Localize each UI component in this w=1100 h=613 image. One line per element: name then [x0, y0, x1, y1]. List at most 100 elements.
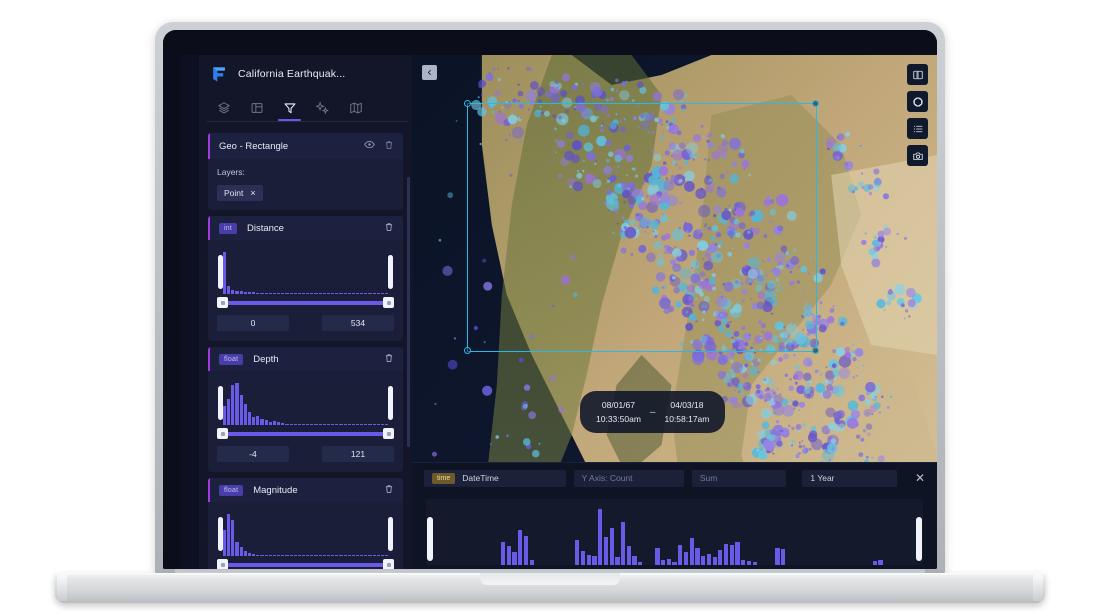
earthquake-point [497, 77, 501, 82]
legend-button[interactable] [907, 118, 928, 139]
earthquake-point [858, 181, 865, 188]
time-histogram-bar [523, 535, 528, 565]
earthquake-point [803, 386, 811, 394]
histogram-handle-right[interactable] [388, 255, 393, 289]
histogram-handle-left[interactable] [218, 255, 223, 289]
geo-handle-tr[interactable] [812, 100, 819, 107]
filter-body: 0 534 [208, 240, 403, 341]
filter-min-input[interactable]: -4 [217, 446, 289, 462]
time-field-aggregation[interactable]: Sum [691, 469, 787, 487]
tab-interactions[interactable] [306, 94, 339, 121]
slider-handle-max[interactable] [383, 297, 394, 308]
earthquake-point [825, 366, 828, 369]
filter-body: -4 121 [208, 371, 403, 472]
earthquake-point [549, 375, 556, 382]
tab-layers[interactable] [207, 94, 240, 121]
time-field-datetime-label: DateTime [462, 473, 499, 483]
earthquake-point [512, 98, 517, 103]
earthquake-point [835, 417, 838, 421]
filter-header[interactable]: float Depth [208, 347, 403, 371]
earthquake-point [772, 452, 775, 455]
earthquake-point [923, 300, 926, 303]
earthquake-point [865, 423, 873, 431]
time-range-separator: – [649, 406, 656, 418]
geo-filter-header[interactable]: Geo - Rectangle [208, 133, 403, 159]
earthquake-point [889, 395, 893, 398]
eye-icon[interactable] [364, 137, 375, 155]
histogram-handle-left[interactable] [218, 517, 223, 551]
collapse-sidebar-button[interactable] [422, 65, 437, 80]
earthquake-point [605, 98, 609, 102]
slider-handle-min[interactable] [217, 559, 228, 569]
close-icon[interactable]: × [250, 188, 255, 198]
left-rail[interactable] [180, 55, 200, 569]
earthquake-point [795, 424, 802, 430]
trash-icon[interactable] [384, 350, 394, 368]
earthquake-point [832, 349, 837, 354]
filter-range-slider[interactable] [217, 428, 394, 440]
earthquake-point [758, 394, 764, 400]
time-handle-right[interactable] [916, 517, 922, 561]
filter-header[interactable]: int Distance [208, 216, 403, 240]
earthquake-point [729, 359, 734, 364]
time-filter-panel: time DateTime Y Axis: Count Sum 1 Year ✕ [412, 462, 937, 569]
slider-handle-max[interactable] [383, 559, 394, 569]
time-histogram-bar [621, 522, 626, 565]
time-histogram-bar [500, 542, 506, 565]
earthquake-point [793, 370, 804, 381]
time-field-datetime[interactable]: time DateTime [424, 469, 566, 487]
screenshot-button[interactable] [907, 145, 928, 166]
earthquake-point [868, 184, 874, 190]
earthquake-point [770, 359, 777, 366]
time-field-yaxis[interactable]: Y Axis: Count [573, 469, 684, 487]
time-handle-left[interactable] [427, 517, 433, 561]
time-histogram-bar [506, 546, 511, 565]
sidebar-scrollbar[interactable] [407, 177, 410, 447]
foursquare-studio-logo-icon[interactable] [209, 64, 229, 84]
histogram-handle-left[interactable] [218, 386, 223, 420]
time-interval-select[interactable]: 1 Year [802, 469, 897, 487]
earthquake-point [835, 347, 845, 357]
filter-header[interactable]: float Magnitude [208, 478, 403, 502]
earthquake-point [814, 369, 819, 374]
slider-handle-min[interactable] [217, 297, 228, 308]
geo-handle-br[interactable] [812, 347, 819, 354]
earthquake-point [838, 367, 851, 379]
split-view-button[interactable] [907, 64, 928, 85]
geo-handle-tl[interactable] [464, 100, 471, 107]
earthquake-point [571, 84, 578, 91]
filter-range-slider[interactable] [217, 297, 394, 309]
trash-icon[interactable] [384, 219, 394, 237]
close-icon[interactable]: ✕ [915, 471, 925, 485]
earthquake-point [517, 99, 520, 103]
earthquake-point [790, 444, 794, 447]
earthquake-point [744, 363, 749, 368]
time-histogram[interactable] [426, 499, 923, 565]
tab-filters[interactable] [273, 94, 306, 121]
filter-max-input[interactable]: 121 [322, 446, 394, 462]
filter-range-slider[interactable] [217, 559, 394, 569]
3d-view-button[interactable] [907, 91, 928, 112]
earthquake-point [482, 385, 493, 396]
trash-icon[interactable] [384, 137, 394, 155]
histogram-handle-right[interactable] [388, 517, 393, 551]
geo-handle-bl[interactable] [464, 347, 471, 354]
filter-min-input[interactable]: 0 [217, 315, 289, 331]
filter-name: Distance [247, 222, 284, 234]
tab-table[interactable] [240, 94, 273, 121]
earthquake-point [581, 82, 584, 86]
slider-handle-min[interactable] [217, 428, 228, 439]
trash-icon[interactable] [384, 481, 394, 499]
histogram-handle-right[interactable] [388, 386, 393, 420]
earthquake-point [794, 381, 798, 385]
sidebar-tabs [199, 93, 412, 122]
geo-rectangle-selection[interactable] [467, 103, 817, 352]
filter-max-input[interactable]: 534 [322, 315, 394, 331]
earthquake-point [557, 406, 565, 414]
earthquake-point [852, 376, 855, 379]
earthquake-point [908, 315, 911, 318]
earthquake-point [525, 90, 537, 102]
layer-chip-point[interactable]: Point × [217, 185, 263, 201]
slider-handle-max[interactable] [383, 428, 394, 439]
tab-basemap[interactable] [339, 94, 372, 121]
